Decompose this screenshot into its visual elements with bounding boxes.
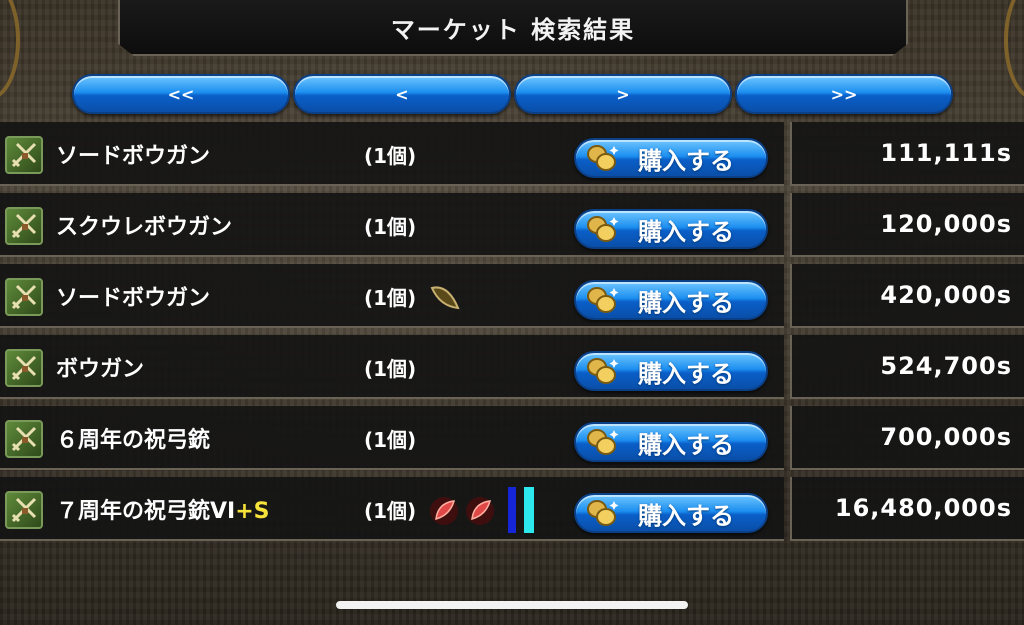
- item-price: 120,000s: [790, 193, 1024, 257]
- coin-icon: [587, 287, 619, 313]
- pagination-nav: << < > >>: [72, 74, 954, 116]
- coin-icon: [587, 145, 619, 171]
- buy-button[interactable]: 購入する: [574, 280, 768, 320]
- crossbow-icon: [5, 349, 43, 387]
- buy-button[interactable]: 購入する: [574, 209, 768, 249]
- buy-button-label: 購入する: [638, 146, 734, 175]
- buy-button[interactable]: 購入する: [574, 422, 768, 462]
- buy-button-label: 購入する: [638, 359, 734, 388]
- row-main: スクウレボウガン (1個) 購入する: [0, 193, 784, 257]
- row-main: ６周年の祝弓銃 (1個) 購入する: [0, 406, 784, 470]
- crossbow-icon: [5, 278, 43, 316]
- prev-page-button[interactable]: <: [293, 74, 511, 114]
- buy-button[interactable]: 購入する: [574, 138, 768, 178]
- item-quantity: (1個): [364, 215, 417, 239]
- row-main: ソードボウガン (1個) 購入する: [0, 122, 784, 186]
- list-item: ソードボウガン (1個) 購入する 420,000s: [0, 264, 1024, 328]
- page-title: マーケット 検索結果: [390, 15, 636, 44]
- item-name: ソードボウガン: [56, 144, 211, 169]
- row-main: ソードボウガン (1個) 購入する: [0, 264, 784, 328]
- item-quantity: (1個): [364, 428, 417, 452]
- cyan-bar: [524, 487, 534, 533]
- last-page-button[interactable]: >>: [735, 74, 953, 114]
- item-quantity: (1個): [364, 499, 417, 523]
- buy-button[interactable]: 購入する: [574, 493, 768, 533]
- seed-icon: [430, 286, 460, 310]
- crossbow-icon: [5, 491, 43, 529]
- buy-button-label: 購入する: [638, 217, 734, 246]
- item-quantity: (1個): [364, 357, 417, 381]
- list-item: ボウガン (1個) 購入する 524,700s: [0, 335, 1024, 399]
- item-name-suffix: +S: [235, 499, 270, 524]
- item-name: ボウガン: [56, 357, 145, 382]
- list-item: ６周年の祝弓銃 (1個) 購入する 700,000s: [0, 406, 1024, 470]
- item-name-base: ７周年の祝弓銃VI: [56, 499, 236, 524]
- home-indicator[interactable]: [336, 601, 688, 609]
- coin-icon: [587, 216, 619, 242]
- item-quantity: (1個): [364, 286, 417, 310]
- item-price: 111,111s: [790, 122, 1024, 186]
- item-price: 700,000s: [790, 406, 1024, 470]
- crossbow-icon: [5, 136, 43, 174]
- item-name: スクウレボウガン: [56, 215, 233, 240]
- header-bar: マーケット 検索結果: [118, 0, 908, 56]
- item-quantity: (1個): [364, 144, 417, 168]
- buy-button-label: 購入する: [638, 288, 734, 317]
- crossbow-icon: [5, 420, 43, 458]
- row-main: ７周年の祝弓銃VI+S (1個) 購入する: [0, 477, 784, 541]
- item-price: 16,480,000s: [790, 477, 1024, 541]
- crossbow-icon: [5, 207, 43, 245]
- item-name: ソードボウガン: [56, 286, 211, 311]
- coin-icon: [587, 358, 619, 384]
- list-item: スクウレボウガン (1個) 購入する 120,000s: [0, 193, 1024, 257]
- item-name: ６周年の祝弓銃: [56, 428, 211, 453]
- item-price: 420,000s: [790, 264, 1024, 328]
- item-price: 524,700s: [790, 335, 1024, 399]
- buy-button-label: 購入する: [638, 430, 734, 459]
- blue-bar: [508, 487, 516, 533]
- item-name: ７周年の祝弓銃VI+S: [56, 493, 270, 525]
- list-item: ソードボウガン (1個) 購入する 111,111s: [0, 122, 1024, 186]
- red-rune-icon: [466, 497, 494, 525]
- next-page-button[interactable]: >: [514, 74, 732, 114]
- coin-icon: [587, 500, 619, 526]
- list-item: ７周年の祝弓銃VI+S (1個) 購入する 16,480,000s: [0, 477, 1024, 541]
- buy-button[interactable]: 購入する: [574, 351, 768, 391]
- buy-button-label: 購入する: [638, 501, 734, 530]
- first-page-button[interactable]: <<: [72, 74, 290, 114]
- coin-icon: [587, 429, 619, 455]
- row-main: ボウガン (1個) 購入する: [0, 335, 784, 399]
- red-rune-icon: [430, 497, 458, 525]
